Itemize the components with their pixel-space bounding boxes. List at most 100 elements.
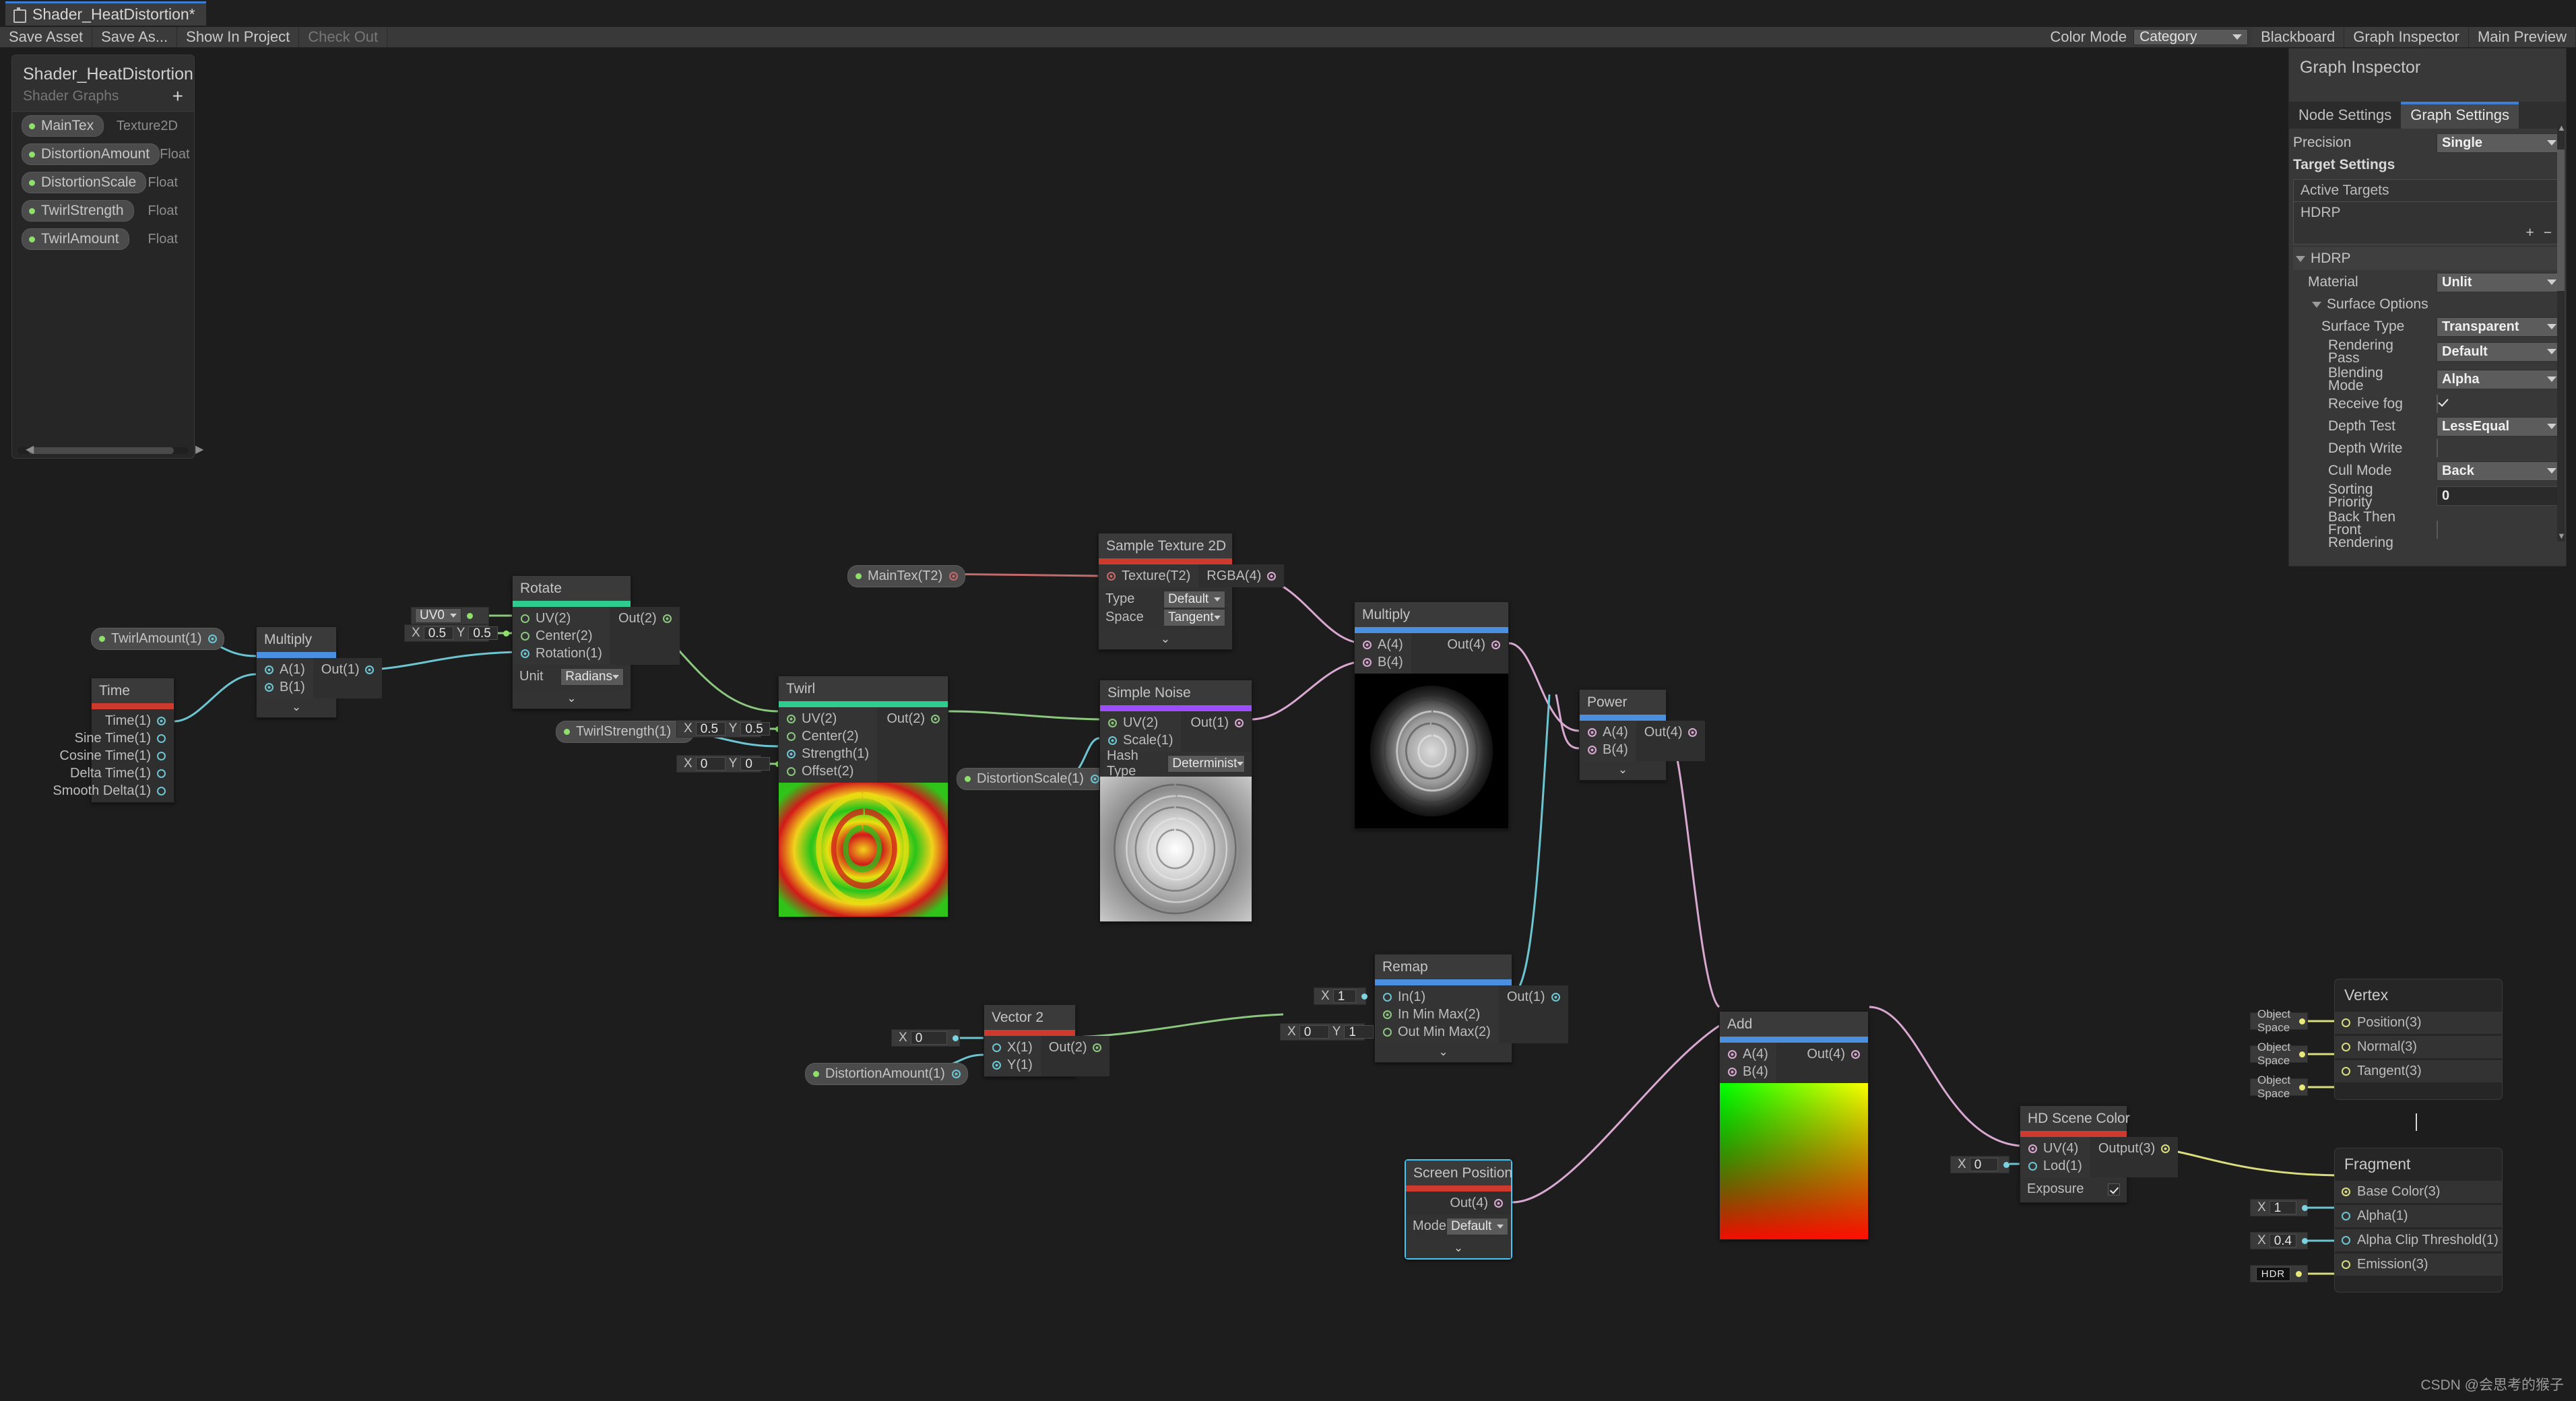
input-row[interactable]: Center(2) <box>513 627 610 645</box>
mode-dropdown[interactable]: Default <box>1446 1217 1509 1235</box>
node-twirl[interactable]: Twirl UV(2) Center(2) Strength(1) Offset… <box>778 676 948 917</box>
input-port[interactable] <box>1383 992 1392 1002</box>
blackboard-property-row[interactable]: TwirlAmount Float <box>12 225 194 253</box>
fragment-slot-alpha[interactable]: Alpha(1) <box>2335 1205 2502 1227</box>
blackboard-property-row[interactable]: MainTex Texture2D <box>12 112 194 140</box>
input-port[interactable] <box>2028 1144 2037 1153</box>
alpha-clip-value[interactable]: 0.4 <box>2269 1234 2296 1247</box>
document-tab[interactable]: Shader_HeatDistortion* <box>5 1 206 26</box>
input-row[interactable]: In Min Max(2) <box>1375 1006 1499 1023</box>
graph-canvas[interactable]: Shader_HeatDistortion Shader Graphs + Ma… <box>0 48 2576 1401</box>
property-node-twirlstrength[interactable]: TwirlStrength(1) <box>556 721 695 743</box>
center-x-value[interactable]: 0.5 <box>423 626 453 640</box>
input-row[interactable]: B(4) <box>1720 1063 1776 1080</box>
vertex-normal-space[interactable]: Object Space <box>2250 1041 2308 1067</box>
input-port[interactable] <box>787 749 796 758</box>
rendering-pass-dropdown[interactable]: Default <box>2437 341 2562 362</box>
output-port[interactable] <box>157 769 166 778</box>
input-row[interactable]: In(1) <box>1375 988 1499 1006</box>
surface-type-dropdown[interactable]: Transparent <box>2437 317 2562 337</box>
input-port[interactable] <box>2342 1187 2350 1196</box>
input-port[interactable] <box>265 665 273 674</box>
node-simple-noise[interactable]: Simple Noise UV(2) Scale(1) Out(1) Hash … <box>1099 680 1252 922</box>
graph-inspector-panel[interactable]: Graph Inspector Node Settings Graph Sett… <box>2288 48 2567 566</box>
input-row[interactable]: A(4) <box>1355 636 1411 653</box>
blackboard-property-row[interactable]: DistortionScale Float <box>12 168 194 197</box>
node-time[interactable]: Time Time(1) Sine Time(1) Cosine Time(1)… <box>53 678 174 803</box>
node-fragment-master[interactable]: Fragment Base Color(3) Alpha(1) Alpha Cl… <box>2334 1148 2503 1293</box>
output-port[interactable] <box>157 751 166 760</box>
hash-type-dropdown[interactable]: Determinist <box>1167 754 1245 773</box>
input-row[interactable]: B(4) <box>1580 741 1636 758</box>
depth-test-dropdown[interactable]: LessEqual <box>2437 416 2562 436</box>
output-row[interactable]: Out(1) <box>1182 714 1252 731</box>
depth-write-checkbox[interactable] <box>2437 439 2438 457</box>
input-row[interactable]: B(1) <box>257 678 313 696</box>
input-row[interactable]: UV(4) <box>2020 1140 2090 1157</box>
input-row[interactable]: Scale(1) <box>1100 731 1181 749</box>
node-expand-toggle[interactable]: ⌄ <box>1406 1239 1511 1258</box>
vertex-slot-normal[interactable]: Normal(3) <box>2335 1036 2502 1058</box>
output-row[interactable]: Sine Time(1) <box>75 729 174 747</box>
output-row[interactable]: Delta Time(1) <box>70 764 174 782</box>
node-multiply-2[interactable]: Multiply A(4) B(4) Out(4) <box>1354 601 1509 829</box>
precision-dropdown[interactable]: Single <box>2437 133 2562 153</box>
output-row[interactable]: Out(4) <box>1439 636 1508 653</box>
output-row[interactable]: Time(1) <box>92 712 174 729</box>
main-preview-toggle[interactable]: Main Preview <box>2468 27 2576 47</box>
vertex-slot-position[interactable]: Position(3) <box>2335 1012 2502 1034</box>
node-remap[interactable]: Remap In(1) In Min Max(2) Out Min Max(2)… <box>1374 954 1568 1063</box>
remap-in-field[interactable]: X1 <box>1314 987 1367 1005</box>
node-add[interactable]: Add A(4) B(4) Out(4) <box>1719 1011 1869 1240</box>
blackboard-property-row[interactable]: DistortionAmount Float <box>12 140 194 168</box>
add-target-button[interactable]: + <box>2525 225 2534 241</box>
scroll-right-icon[interactable]: ▶ <box>195 443 203 456</box>
node-multiply-1[interactable]: Multiply A(1) B(1) Out(1) ⌄ <box>256 626 383 718</box>
vector2-x-field[interactable]: X0 <box>891 1029 960 1047</box>
output-port[interactable] <box>1688 727 1698 737</box>
save-asset-button[interactable]: Save Asset <box>0 27 93 47</box>
center-y-value[interactable]: 0.5 <box>468 626 498 640</box>
input-port[interactable] <box>2342 1212 2350 1220</box>
fragment-alpha-clip-field[interactable]: X 0.4 <box>2250 1232 2308 1249</box>
scroll-down-icon[interactable]: ▼ <box>2557 531 2566 542</box>
output-port[interactable] <box>2161 1144 2170 1153</box>
input-row[interactable]: Lod(1) <box>2020 1157 2090 1175</box>
output-row[interactable]: Out(1) <box>313 661 383 678</box>
input-row[interactable]: Y(1) <box>984 1056 1041 1074</box>
save-as-button[interactable]: Save As... <box>92 27 178 47</box>
node-expand-toggle[interactable]: ⌄ <box>1580 761 1666 780</box>
material-dropdown[interactable]: Unlit <box>2437 272 2562 292</box>
input-port[interactable] <box>787 767 796 776</box>
output-port[interactable] <box>157 786 166 795</box>
node-expand-toggle[interactable]: ⌄ <box>257 698 336 717</box>
fragment-emission-field[interactable]: HDR <box>2250 1265 2308 1282</box>
input-row[interactable]: B(4) <box>1355 653 1411 671</box>
rotate-center-field[interactable]: X 0.5 Y 0.5 <box>404 624 510 642</box>
remap-outmax-value[interactable]: 1 <box>1344 1025 1374 1039</box>
output-port[interactable] <box>1267 571 1277 581</box>
blackboard-panel[interactable]: Shader_HeatDistortion Shader Graphs + Ma… <box>11 55 203 459</box>
receive-fog-checkbox[interactable] <box>2437 395 2438 413</box>
output-row[interactable]: Output(3) <box>2090 1140 2178 1157</box>
input-row[interactable]: UV(2) <box>779 710 877 727</box>
output-row[interactable]: Out(1) <box>1499 988 1568 1006</box>
output-row[interactable]: Out(2) <box>878 710 948 727</box>
output-port[interactable] <box>157 716 166 725</box>
input-row[interactable]: Center(2) <box>779 727 877 745</box>
input-row[interactable]: UV(2) <box>1100 714 1181 731</box>
input-port[interactable] <box>1383 1027 1392 1037</box>
input-row[interactable]: A(1) <box>257 661 313 678</box>
sorting-priority-field[interactable]: 0 <box>2437 486 2562 506</box>
graph-inspector-toggle[interactable]: Graph Inspector <box>2344 27 2469 47</box>
tab-node-settings[interactable]: Node Settings <box>2289 102 2402 129</box>
output-row[interactable]: Out(2) <box>1041 1039 1110 1056</box>
input-row[interactable]: A(4) <box>1720 1045 1776 1063</box>
lod-value[interactable]: 0 <box>1969 1158 1998 1171</box>
type-dropdown[interactable]: Default <box>1163 590 1225 608</box>
output-port[interactable] <box>1235 718 1244 727</box>
fragment-slot-base-color[interactable]: Base Color(3) <box>2335 1181 2502 1203</box>
output-row[interactable]: Out(4) <box>1799 1045 1868 1063</box>
property-node-distortionamount[interactable]: DistortionAmount(1) <box>805 1063 968 1085</box>
output-port[interactable] <box>365 665 375 674</box>
